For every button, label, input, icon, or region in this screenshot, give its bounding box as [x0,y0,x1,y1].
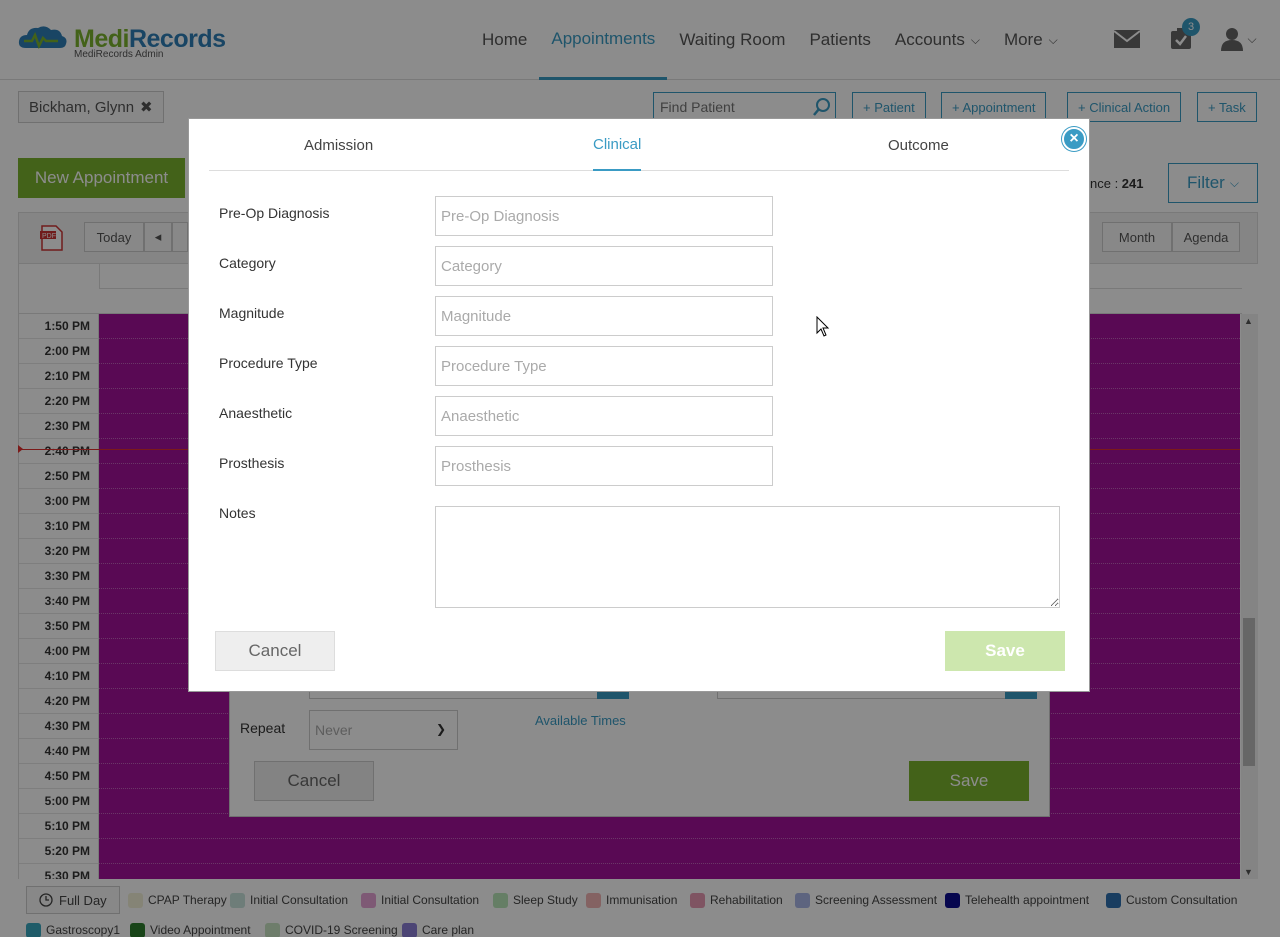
magnitude-label: Magnitude [219,305,285,321]
cancel-button[interactable]: Cancel [215,631,335,671]
tab-clinical[interactable]: Clinical [593,119,642,171]
category-label: Category [219,255,276,271]
save-button[interactable]: Save [945,631,1065,671]
pre-op-diagnosis-label: Pre-Op Diagnosis [219,205,330,221]
anaesthetic-label: Anaesthetic [219,405,293,421]
procedure-type-input[interactable] [435,346,773,386]
anaesthetic-input[interactable] [435,396,773,436]
procedure-type-label: Procedure Type [219,355,318,371]
mouse-cursor-icon [816,316,830,337]
tab-admission[interactable]: Admission [304,119,373,171]
clinical-details-modal: Admission Clinical Outcome × Pre-Op Diag… [188,118,1090,692]
modal-tabs: Admission Clinical Outcome [209,119,1069,171]
notes-textarea[interactable] [435,506,1060,608]
pre-op-diagnosis-input[interactable] [435,196,773,236]
close-icon[interactable]: × [1062,127,1086,151]
tab-outcome[interactable]: Outcome [888,119,949,171]
magnitude-input[interactable] [435,296,773,336]
prosthesis-label: Prosthesis [219,455,285,471]
category-input[interactable] [435,246,773,286]
prosthesis-input[interactable] [435,446,773,486]
notes-label: Notes [219,505,256,521]
